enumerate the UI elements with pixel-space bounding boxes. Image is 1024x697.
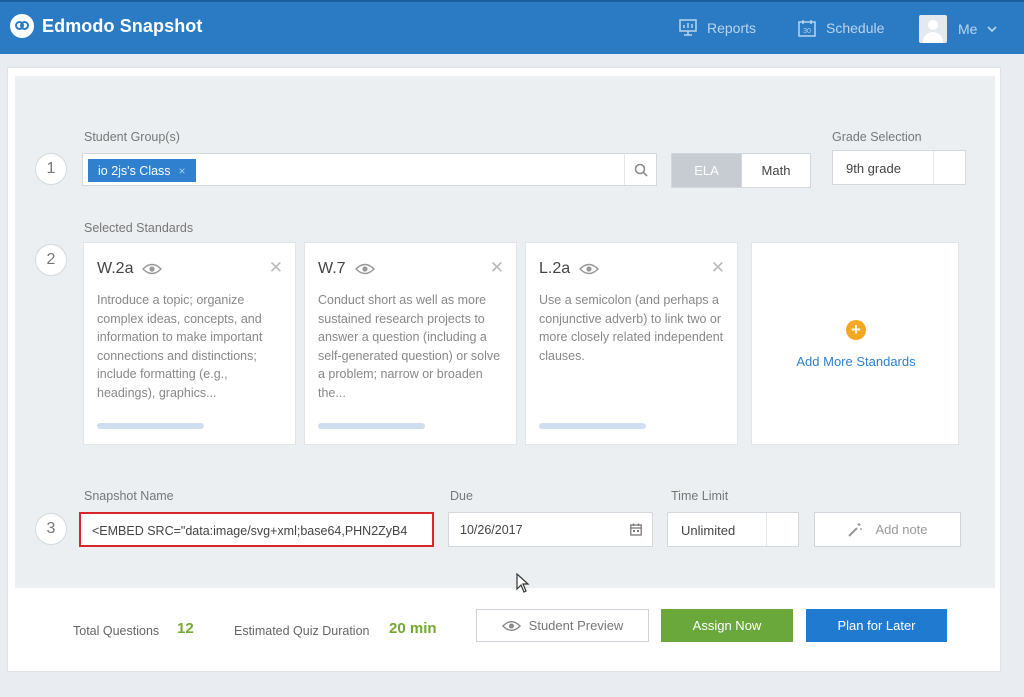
standard-description: Introduce a topic; organize complex idea… — [97, 293, 263, 400]
eye-icon — [501, 620, 521, 631]
plan-for-later-button[interactable]: Plan for Later — [806, 609, 947, 642]
quiz-duration-value: 20 min — [389, 620, 437, 637]
assign-now-button[interactable]: Assign Now — [661, 609, 793, 642]
grade-selection-label: Grade Selection — [832, 130, 922, 144]
student-groups-label: Student Group(s) — [84, 130, 180, 144]
grade-select-value: 9th grade — [846, 161, 901, 176]
standard-code-text: W.7 — [318, 260, 346, 277]
user-menu[interactable]: Me — [919, 15, 1007, 43]
total-questions-value: 12 — [177, 620, 194, 637]
reports-icon — [679, 19, 697, 36]
calendar-icon[interactable] — [630, 523, 642, 536]
due-date-input[interactable]: 10/26/2017 — [448, 512, 653, 547]
group-tag-label: io 2js's Class — [98, 163, 171, 178]
subject-ela-toggle[interactable]: ELA — [671, 153, 742, 188]
step-1-badge: 1 — [35, 153, 67, 185]
subject-math-toggle[interactable]: Math — [741, 153, 811, 188]
standard-code: L.2a — [539, 260, 600, 278]
snapshot-form: Student Group(s) 1 io 2js's Class × ELA … — [15, 76, 995, 588]
nav-reports[interactable]: Reports — [679, 19, 756, 37]
add-note-label: Add note — [875, 522, 928, 537]
eye-icon[interactable] — [579, 263, 600, 275]
group-search-button[interactable] — [624, 154, 656, 185]
standard-code-text: L.2a — [539, 260, 571, 277]
app-name: Edmodo Snapshot — [42, 15, 203, 36]
grade-select[interactable]: 9th grade — [832, 150, 966, 185]
due-label: Due — [450, 489, 473, 503]
add-more-standards-label: Add More Standards — [796, 354, 916, 369]
standard-progress-bar — [539, 423, 646, 429]
user-label: Me — [958, 21, 978, 37]
chevron-down-icon — [987, 25, 998, 32]
eye-icon[interactable] — [142, 263, 163, 275]
add-note-button[interactable]: Add note — [814, 512, 961, 547]
remove-tag-icon[interactable]: × — [179, 164, 186, 178]
top-navigation-bar: Edmodo Snapshot Reports 30 Schedule Me — [0, 0, 1024, 54]
selected-standards-label: Selected Standards — [84, 221, 194, 235]
due-date-value: 10/26/2017 — [460, 523, 523, 537]
magic-wand-icon — [848, 522, 863, 537]
standard-description: Use a semicolon (and perhaps a conjuncti… — [539, 293, 724, 363]
eye-icon[interactable] — [354, 263, 375, 275]
close-icon[interactable]: ✕ — [711, 259, 725, 276]
standard-progress-bar — [97, 423, 204, 429]
calendar-icon: 30 — [798, 20, 816, 37]
standard-card[interactable]: W.2a ✕ Introduce a topic; organize compl… — [83, 242, 296, 445]
grade-select-arrow[interactable] — [933, 151, 965, 184]
total-questions-label: Total Questions — [73, 624, 160, 638]
svg-text:30: 30 — [803, 28, 811, 35]
standard-progress-bar — [318, 423, 425, 429]
nav-schedule[interactable]: 30 Schedule — [798, 19, 884, 37]
time-limit-value: Unlimited — [681, 523, 736, 538]
plus-circle-icon: + — [846, 320, 866, 340]
standard-card[interactable]: L.2a ✕ Use a semicolon (and perhaps a co… — [525, 242, 738, 445]
snapshot-name-input[interactable]: <EMBED SRC="data:image/svg+xml;base64,PH… — [79, 512, 434, 547]
standard-code-text: W.2a — [97, 260, 134, 277]
snapshot-name-label: Snapshot Name — [84, 489, 174, 503]
standard-code: W.7 — [318, 260, 375, 278]
add-more-standards-button[interactable]: + Add More Standards — [751, 242, 959, 445]
standard-code: W.2a — [97, 260, 163, 278]
nav-schedule-label: Schedule — [826, 20, 885, 36]
time-limit-arrow[interactable] — [766, 513, 798, 546]
student-preview-label: Student Preview — [528, 618, 624, 633]
nav-reports-label: Reports — [707, 20, 757, 36]
avatar — [919, 15, 947, 43]
standard-card[interactable]: W.7 ✕ Conduct short as well as more sust… — [304, 242, 517, 445]
close-icon[interactable]: ✕ — [490, 259, 504, 276]
close-icon[interactable]: ✕ — [269, 259, 283, 276]
quiz-duration-label: Estimated Quiz Duration — [234, 624, 370, 638]
edmodo-logo-icon — [10, 14, 34, 38]
snapshot-name-value: <EMBED SRC="data:image/svg+xml;base64,PH… — [92, 524, 408, 538]
group-tag: io 2js's Class × — [88, 159, 196, 182]
step-2-badge: 2 — [35, 244, 67, 276]
time-limit-select[interactable]: Unlimited — [667, 512, 799, 547]
snapshot-panel: Student Group(s) 1 io 2js's Class × ELA … — [7, 67, 1001, 672]
step-3-badge: 3 — [35, 513, 67, 545]
student-preview-button[interactable]: Student Preview — [476, 609, 649, 642]
time-limit-label: Time Limit — [671, 489, 729, 503]
student-groups-input[interactable]: io 2js's Class × — [82, 153, 657, 186]
search-icon — [634, 163, 648, 177]
mouse-cursor-icon — [516, 573, 530, 593]
brand[interactable]: Edmodo Snapshot — [10, 14, 203, 38]
standard-description: Conduct short as well as more sustained … — [318, 293, 501, 400]
